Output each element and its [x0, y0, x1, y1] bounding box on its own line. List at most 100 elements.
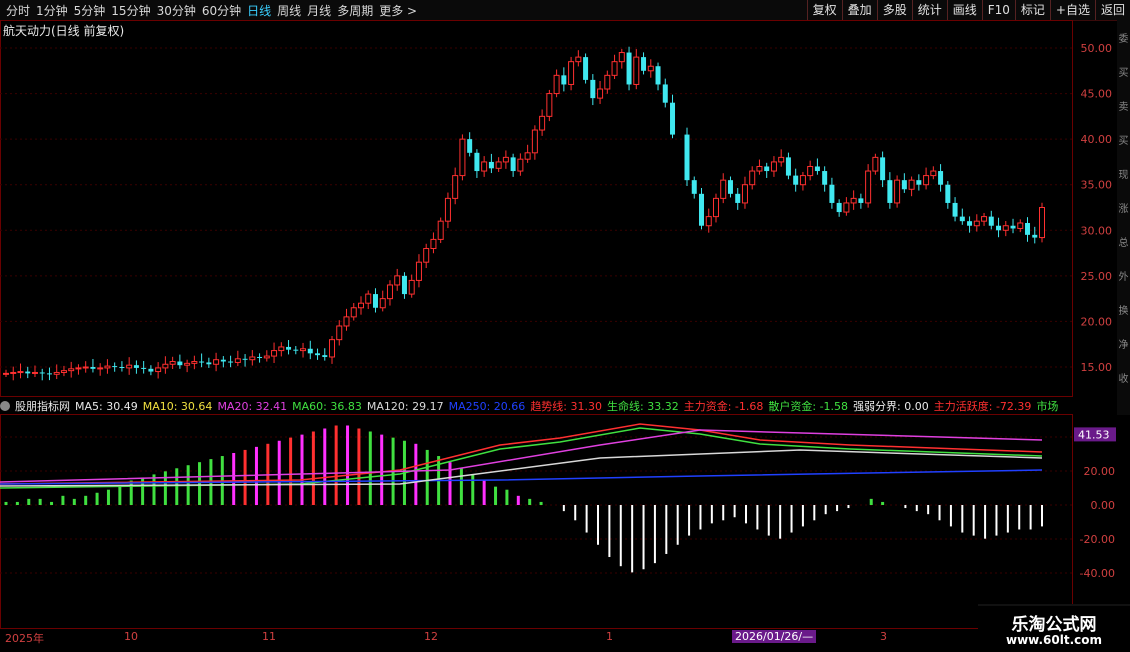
candle-body-down — [952, 202, 958, 217]
candle-body-up — [17, 371, 24, 374]
candle-body-up — [31, 371, 38, 374]
action-button-0[interactable]: 复权 — [806, 0, 842, 20]
candle-body-down — [293, 349, 299, 351]
action-button-7[interactable]: +自选 — [1049, 0, 1095, 20]
ma20-line — [0, 429, 1043, 483]
candle-body-down — [90, 367, 96, 369]
candle-body-up — [10, 371, 17, 374]
candle-body-down — [206, 362, 212, 365]
candle-body-down — [829, 184, 835, 203]
indicator-value-1: MA10: 30.64 — [142, 399, 213, 413]
candle-body-up — [850, 197, 857, 204]
indicator-name: 股朋指标网 — [15, 400, 70, 413]
candle-body-up — [350, 307, 357, 318]
period-tab-6[interactable]: 日线 — [247, 2, 271, 19]
candle-body-up — [1017, 222, 1024, 229]
candle-body-up — [336, 325, 343, 341]
candle-body-up — [843, 202, 850, 213]
indicator-legend: 股朋指标网 MA5: 30.49 MA10: 30.64 MA20: 32.41 MA… — [0, 398, 1072, 414]
period-tab-7[interactable]: 周线 — [277, 2, 301, 19]
candle-body-down — [112, 366, 118, 368]
candle-body-up — [386, 284, 393, 300]
side-label-1: 买 — [1118, 68, 1129, 79]
side-label-3: 买 — [1118, 136, 1129, 147]
candle-body-up — [169, 361, 176, 365]
action-button-4[interactable]: 画线 — [946, 0, 982, 20]
candle-body-up — [908, 179, 915, 190]
price-tick-label: 30.00 — [1081, 224, 1113, 237]
candle-body-up — [597, 88, 604, 99]
period-tab-1[interactable]: 1分钟 — [36, 2, 68, 19]
candle-body-down — [141, 367, 147, 369]
candle-body-up — [415, 261, 422, 281]
period-tabs: 分时 1分钟 5分钟 15分钟 30分钟 60分钟 日线 周线 月线 多周期 更多 > — [0, 0, 417, 20]
candle-body-up — [575, 56, 582, 63]
action-button-3[interactable]: 统计 — [911, 0, 947, 20]
action-button-5[interactable]: F10 — [981, 0, 1015, 20]
date-label-1: 10 — [124, 630, 138, 643]
period-tab-2[interactable]: 5分钟 — [74, 2, 106, 19]
candle-body-up — [749, 170, 756, 186]
candle-body-up — [865, 170, 872, 204]
period-tab-0[interactable]: 分时 — [6, 2, 30, 19]
candle-body-up — [430, 238, 437, 250]
candle-body-up — [981, 216, 988, 222]
side-label-8: 换 — [1118, 306, 1129, 317]
indicator-value-6: 趋势线: 31.30 — [530, 400, 603, 413]
action-button-1[interactable]: 叠加 — [841, 0, 877, 20]
current-value-label: 41.53 — [1078, 428, 1110, 441]
action-button-8[interactable]: 返回 — [1094, 0, 1130, 20]
candle-body-up — [705, 216, 712, 227]
period-tab-3[interactable]: 15分钟 — [111, 2, 150, 19]
candle-body-down — [684, 134, 690, 181]
period-tab-8[interactable]: 月线 — [307, 2, 331, 19]
price-tick-label: 35.00 — [1081, 179, 1113, 192]
candle-body-up — [126, 364, 133, 369]
indicator-toggle-icon[interactable] — [0, 401, 10, 411]
price-tick-label: 45.00 — [1081, 88, 1113, 101]
candle-body-up — [263, 355, 270, 359]
period-tab-10[interactable]: 更多 > — [379, 2, 417, 19]
indicator-tick-label: -40.00 — [1080, 567, 1115, 580]
price-tick-label: 40.00 — [1081, 133, 1113, 146]
candle-body-down — [242, 358, 248, 360]
candle-body-down — [474, 152, 480, 172]
period-tab-9[interactable]: 多周期 — [337, 2, 373, 19]
kline-chart[interactable]: 50.00 45.00 40.00 35.00 30.00 25.00 20.00 15.00… — [0, 20, 1130, 630]
candle-body-up — [568, 61, 575, 85]
candle-body-up — [546, 93, 553, 117]
side-label-2: 卖 — [1118, 102, 1129, 113]
candle-body-down — [583, 57, 589, 80]
candle-body-down — [916, 180, 922, 185]
date-label-3: 12 — [424, 630, 438, 643]
candle-body-down — [25, 371, 31, 374]
candle-body-down — [938, 171, 944, 185]
candle-body-down — [626, 52, 632, 85]
indicator-value-7: 生命线: 33.32 — [607, 400, 679, 413]
candle-body-up — [191, 361, 198, 364]
trend-line — [0, 423, 1043, 485]
period-tab-4[interactable]: 30分钟 — [157, 2, 196, 19]
candle-body-down — [510, 157, 516, 172]
action-button-2[interactable]: 多股 — [876, 0, 912, 20]
stock-title: 航天动力(日线 前复权) — [3, 24, 125, 38]
candle-body-down — [148, 368, 154, 372]
candle-body-down — [133, 365, 139, 368]
price-tick-label: 20.00 — [1081, 315, 1113, 328]
candle-body-up — [278, 346, 285, 352]
indicator-value-9: 散户资金: -1.58 — [768, 400, 849, 413]
indicator-value-4: MA120: 29.17 — [366, 399, 444, 413]
candle-body-down — [698, 193, 704, 226]
candle-body-up — [973, 220, 980, 227]
price-tick-label: 50.00 — [1081, 42, 1113, 55]
action-button-6[interactable]: 标记 — [1014, 0, 1050, 20]
candle-body-up — [184, 362, 191, 366]
right-side-panel[interactable]: 委买卖买现涨总外换净收 — [1117, 20, 1130, 415]
period-tab-5[interactable]: 60分钟 — [202, 2, 241, 19]
date-axis: 2025年 10 11 12 1 3 2026/01/26/— — [0, 630, 1072, 645]
candle-body-up — [778, 156, 785, 163]
candle-body-up — [162, 363, 169, 369]
date-cursor-label: 2026/01/26/— — [732, 630, 817, 643]
candle-body-up — [423, 248, 430, 263]
candle-body-up — [770, 161, 777, 172]
